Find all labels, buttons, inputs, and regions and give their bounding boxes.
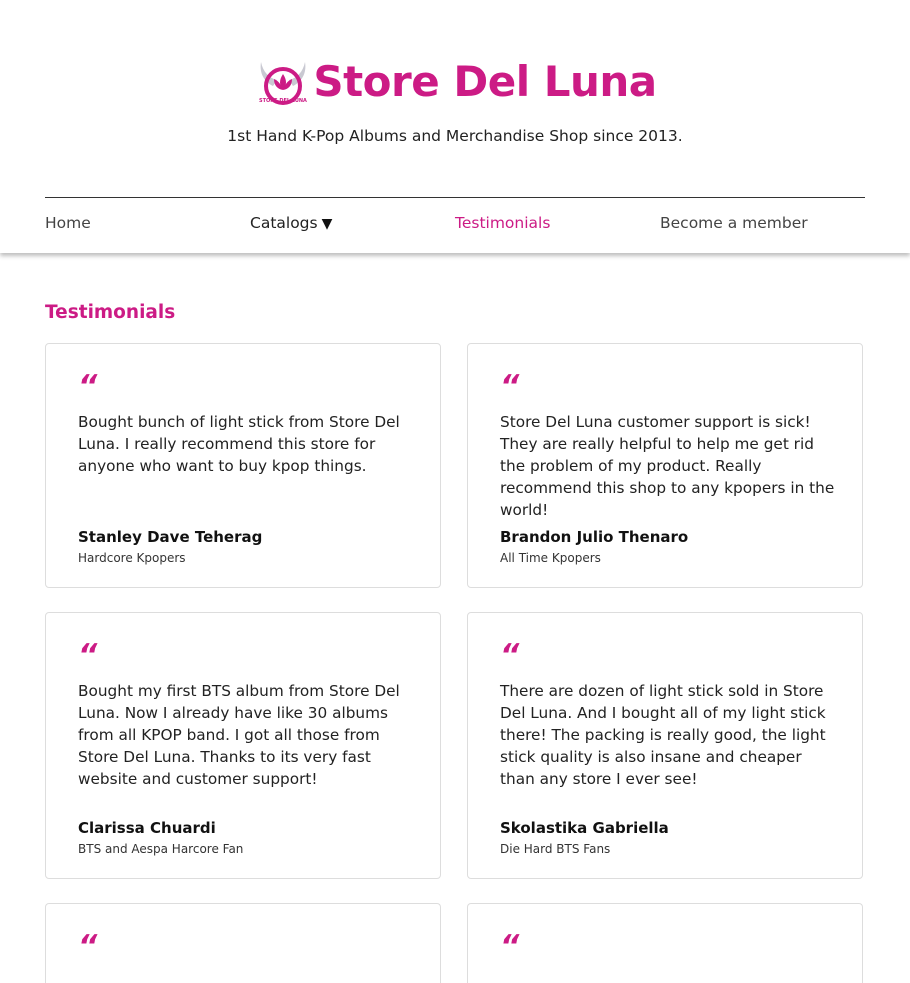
testimonial-role: Die Hard BTS Fans [500, 842, 611, 856]
testimonial-card: “ Store Del Luna customer support is sic… [467, 343, 863, 588]
quote-icon: “ [500, 929, 520, 964]
testimonial-author: Brandon Julio Thenaro [500, 528, 689, 546]
tagline: 1st Hand K-Pop Albums and Merchandise Sh… [227, 127, 683, 145]
lotus-logo-icon: STORE DEL LUNA [259, 62, 307, 105]
nav-catalogs[interactable]: Catalogs ▼ [250, 214, 332, 232]
testimonial-role: Hardcore Kpopers [78, 551, 186, 565]
testimonial-card: “ There are dozen of light stick sold in… [467, 612, 863, 879]
testimonial-author: Clarissa Chuardi [78, 819, 216, 837]
testimonial-author: Skolastika Gabriella [500, 819, 669, 837]
quote-icon: “ [78, 369, 98, 404]
caret-down-icon: ▼ [321, 216, 333, 232]
testimonial-text: Bought my first BTS album from Store Del… [78, 682, 400, 788]
testimonial-card: “ Bought my first BTS album from Store D… [45, 612, 441, 879]
site-header: STORE DEL LUNA Store Del Luna 1st Hand K… [0, 0, 910, 253]
testimonial-text: There are dozen of light stick sold in S… [500, 682, 826, 788]
testimonial-text: Bought bunch of light stick from Store D… [78, 413, 400, 475]
testimonial-role: All Time Kpopers [500, 551, 601, 565]
testimonial-text: Store Del Luna customer support is sick!… [500, 413, 835, 519]
testimonial-card: “ [45, 903, 441, 983]
nav-testimonials[interactable]: Testimonials [455, 214, 550, 232]
brand[interactable]: STORE DEL LUNA Store Del Luna [0, 52, 910, 112]
header-divider [45, 197, 865, 198]
testimonial-card: “ Bought bunch of light stick from Store… [45, 343, 441, 588]
quote-icon: “ [78, 929, 98, 964]
testimonial-author: Stanley Dave Teherag [78, 528, 263, 546]
quote-icon: “ [500, 369, 520, 404]
nav-home[interactable]: Home [45, 214, 91, 232]
testimonial-role: BTS and Aespa Harcore Fan [78, 842, 244, 856]
nav-become-member[interactable]: Become a member [660, 214, 808, 232]
quote-icon: “ [500, 638, 520, 673]
brand-title: Store Del Luna [313, 57, 657, 106]
quote-icon: “ [78, 638, 98, 673]
logo-text: STORE DEL LUNA [259, 98, 307, 104]
testimonial-card: “ [467, 903, 863, 983]
nav-catalogs-label: Catalogs [250, 214, 318, 232]
main-nav: Home Catalogs ▼ Testimonials Become a mem… [45, 214, 865, 238]
section-title: Testimonials [45, 302, 176, 323]
